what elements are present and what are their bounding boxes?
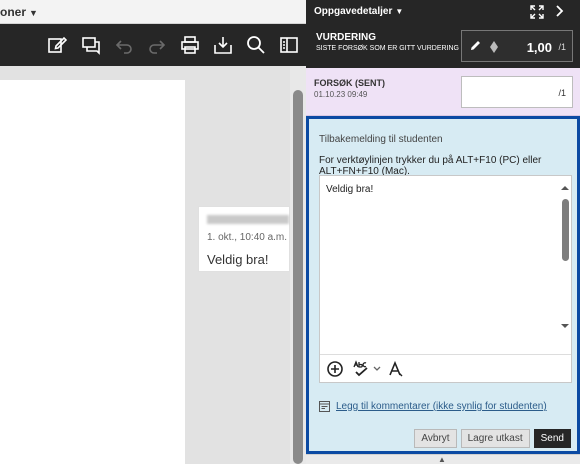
attempt-section: FORSØK (SENT) 01.10.23 09:49 /1 xyxy=(306,68,580,116)
panel-title-text: Oppgavedetaljer xyxy=(314,6,393,17)
add-private-comment-text: Legg til kommentarer (ikke synlig for st… xyxy=(336,401,547,412)
comment-date: 1. okt., 10:40 a.m. xyxy=(207,232,288,243)
grade-denominator: /1 xyxy=(558,42,566,52)
chevron-down-icon: ▼ xyxy=(395,7,404,16)
attempt-grade-input[interactable]: /1 xyxy=(461,76,573,108)
grade-sublabel: SISTE FORSØK SOM ER GITT VURDERING xyxy=(316,45,459,52)
expand-icon[interactable] xyxy=(530,5,544,19)
inline-comment[interactable]: 1. okt., 10:40 a.m. Veldig bra! xyxy=(198,206,290,272)
redo-icon[interactable] xyxy=(146,34,168,56)
comment-author-redacted xyxy=(207,215,289,224)
panel-header: Oppgavedetaljer ▼ xyxy=(306,0,580,24)
spellcheck-icon[interactable] xyxy=(352,360,370,378)
feedback-text[interactable]: Veldig bra! xyxy=(326,184,373,195)
print-icon[interactable] xyxy=(179,34,201,56)
note-icon xyxy=(319,401,330,412)
pencil-icon[interactable] xyxy=(470,39,482,51)
scroll-up-icon[interactable] xyxy=(561,184,569,192)
attempt-date: 01.10.23 09:49 xyxy=(314,90,368,99)
grade-label: VURDERING xyxy=(316,32,377,43)
options-menu-label: oner xyxy=(0,5,27,19)
insert-content-icon[interactable] xyxy=(326,360,344,378)
toolbar-hint: For verktøylinjen trykker du på ALT+F10 … xyxy=(319,155,542,177)
feedback-title: Tilbakemelding til studenten xyxy=(319,134,443,145)
save-draft-button[interactable]: Lagre utkast xyxy=(460,429,530,448)
document-viewer: oner ▼ 1. okt., 10:40 a.m. Veldig bra! xyxy=(0,0,306,464)
sidebar-toggle-icon[interactable] xyxy=(278,34,300,56)
search-icon[interactable] xyxy=(245,34,267,56)
viewer-toolbar xyxy=(0,24,306,66)
chevron-up-icon[interactable]: ▲ xyxy=(438,455,446,464)
cancel-button[interactable]: Avbryt xyxy=(414,429,457,448)
feedback-editor[interactable]: Veldig bra! xyxy=(319,175,572,383)
feedback-actions: Avbryt Lagre utkast Send xyxy=(414,429,571,449)
chevron-down-icon: ▼ xyxy=(29,8,38,18)
annotate-icon[interactable] xyxy=(46,34,68,56)
download-icon[interactable] xyxy=(212,34,234,56)
grading-panel: Oppgavedetaljer ▼ VURDERING SISTE FORSØK … xyxy=(306,0,580,464)
editor-scroll-thumb[interactable] xyxy=(562,199,569,261)
attempt-denominator: /1 xyxy=(558,88,566,98)
panel-title[interactable]: Oppgavedetaljer ▼ xyxy=(314,6,403,17)
viewer-scrollbar-thumb[interactable] xyxy=(293,90,303,464)
undo-icon[interactable] xyxy=(113,34,135,56)
chevron-down-icon[interactable] xyxy=(372,360,382,378)
send-button[interactable]: Send xyxy=(533,429,571,448)
grade-schema-icon[interactable] xyxy=(488,41,500,53)
panel-bottom-bar: ▲ xyxy=(306,454,580,464)
grade-value: 1,00 xyxy=(526,40,552,55)
viewer-topbar: oner ▼ xyxy=(0,0,306,24)
options-menu[interactable]: oner ▼ xyxy=(0,5,38,19)
comment-icon[interactable] xyxy=(80,34,102,56)
document-page xyxy=(0,80,185,464)
editor-toolbar xyxy=(320,354,571,382)
add-private-comment-link[interactable]: Legg til kommentarer (ikke synlig for st… xyxy=(319,401,547,412)
grade-section: VURDERING SISTE FORSØK SOM ER GITT VURDE… xyxy=(306,24,580,68)
text-format-icon[interactable] xyxy=(388,360,404,378)
attempt-label: FORSØK (SENT) xyxy=(314,78,385,88)
chevron-right-icon[interactable] xyxy=(552,4,566,18)
feedback-section: Tilbakemelding til studenten For verktøy… xyxy=(306,116,580,454)
editor-scrollbar[interactable] xyxy=(561,184,569,328)
scroll-down-icon[interactable] xyxy=(561,322,569,330)
comment-text: Veldig bra! xyxy=(207,252,269,267)
grade-input[interactable]: 1,00 /1 xyxy=(461,30,573,62)
